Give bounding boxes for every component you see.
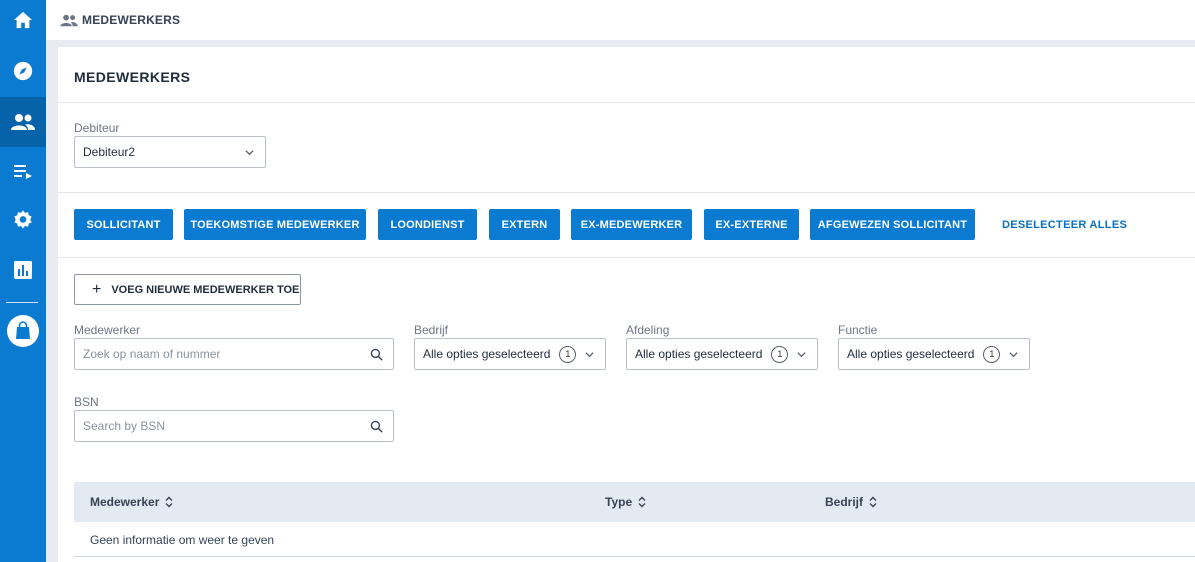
bedrijf-filter-label: Bedrijf: [414, 323, 449, 337]
medewerker-filter-label: Medewerker: [74, 323, 141, 337]
afdeling-value: Alle opties geselecteerd: [635, 347, 763, 361]
functie-value: Alle opties geselecteerd: [847, 347, 975, 361]
shopping-bag-icon: [7, 315, 39, 347]
plus-icon: +: [92, 280, 102, 298]
bedrijf-select[interactable]: Alle opties geselecteerd 1: [414, 338, 606, 370]
search-icon: [370, 420, 383, 433]
debiteur-value: Debiteur2: [83, 145, 136, 159]
filter-sollicitant-button[interactable]: SOLLICITANT: [74, 209, 173, 240]
breadcrumb-label[interactable]: MEDEWERKERS: [82, 13, 180, 27]
column-header-label: Type: [605, 495, 633, 509]
section-divider-2: [58, 257, 1195, 258]
gear-icon: [14, 210, 32, 229]
filter-ex-medewerker-button[interactable]: EX-MEDEWERKER: [571, 209, 692, 240]
sort-icon: [869, 496, 877, 508]
sort-icon: [638, 496, 646, 508]
filter-afgewezen-sollicitant-button[interactable]: AFGEWEZEN SOLLICITANT: [810, 209, 975, 240]
title-divider: [58, 102, 1195, 103]
chevron-down-icon: [585, 352, 594, 358]
debiteur-select[interactable]: Debiteur2: [74, 136, 266, 168]
functie-filter-label: Functie: [838, 323, 878, 337]
chevron-down-icon: [245, 150, 254, 156]
sidebar: [0, 0, 46, 562]
compass-icon: [13, 61, 33, 81]
chevron-down-icon: [1009, 352, 1018, 358]
functie-count-badge: 1: [983, 345, 1001, 363]
bedrijf-count-badge: 1: [559, 345, 577, 363]
medewerker-search-input[interactable]: Zoek op naam of nummer: [74, 338, 394, 370]
bedrijf-value: Alle opties geselecteerd: [423, 347, 551, 361]
sort-icon: [165, 496, 173, 508]
sidebar-item-medewerkers[interactable]: [0, 97, 46, 147]
table-bottom-border: [74, 556, 1195, 557]
functie-select[interactable]: Alle opties geselecteerd 1: [838, 338, 1030, 370]
people-icon: [11, 114, 35, 130]
filter-extern-button[interactable]: EXTERN: [489, 209, 560, 240]
sidebar-item-lists[interactable]: [0, 147, 46, 195]
deselect-all-button[interactable]: DESELECTEER ALLES: [1002, 209, 1127, 240]
afdeling-filter-label: Afdeling: [626, 323, 670, 337]
sidebar-item-shop[interactable]: [0, 307, 46, 355]
home-icon: [13, 11, 33, 29]
list-play-icon: [14, 165, 32, 179]
table-empty-message: Geen informatie om weer te geven: [90, 533, 275, 547]
column-header-label: Bedrijf: [825, 495, 864, 509]
breadcrumb: MEDEWERKERS: [46, 0, 1195, 40]
main-card: MEDEWERKERS Debiteur Debiteur2 SOLLICITA…: [58, 47, 1195, 562]
add-employee-label: VOEG NIEUWE MEDEWERKER TOE: [111, 283, 300, 296]
sidebar-item-home[interactable]: [0, 0, 46, 44]
bsn-filter-label: BSN: [74, 395, 99, 409]
column-header-bedrijf[interactable]: Bedrijf: [825, 482, 877, 522]
afdeling-select[interactable]: Alle opties geselecteerd 1: [626, 338, 818, 370]
column-header-label: Medewerker: [90, 495, 160, 509]
bsn-search-placeholder: Search by BSN: [83, 419, 166, 433]
people-icon: [60, 14, 78, 27]
filter-ex-externe-button[interactable]: EX-EXTERNE: [704, 209, 799, 240]
column-header-medewerker[interactable]: Medewerker: [90, 482, 173, 522]
bar-chart-icon: [14, 261, 32, 279]
section-divider-1: [58, 192, 1195, 193]
page-title: MEDEWERKERS: [74, 69, 191, 85]
medewerker-search-placeholder: Zoek op naam of nummer: [83, 347, 221, 361]
filter-loondienst-button[interactable]: LOONDIENST: [378, 209, 477, 240]
chevron-down-icon: [797, 352, 806, 358]
sidebar-item-explore[interactable]: [0, 47, 46, 95]
table-header: Medewerker Type Bedrijf: [74, 482, 1195, 522]
sidebar-item-settings[interactable]: [0, 196, 46, 244]
debiteur-label: Debiteur: [74, 121, 120, 135]
afdeling-count-badge: 1: [771, 345, 789, 363]
column-header-type[interactable]: Type: [605, 482, 646, 522]
bsn-search-input[interactable]: Search by BSN: [74, 410, 394, 442]
sidebar-divider: [6, 302, 38, 303]
add-employee-button[interactable]: + VOEG NIEUWE MEDEWERKER TOE: [74, 274, 301, 305]
filter-toekomstige-medewerker-button[interactable]: TOEKOMSTIGE MEDEWERKER: [184, 209, 366, 240]
sidebar-item-reports[interactable]: [0, 246, 46, 294]
search-icon: [370, 348, 383, 361]
